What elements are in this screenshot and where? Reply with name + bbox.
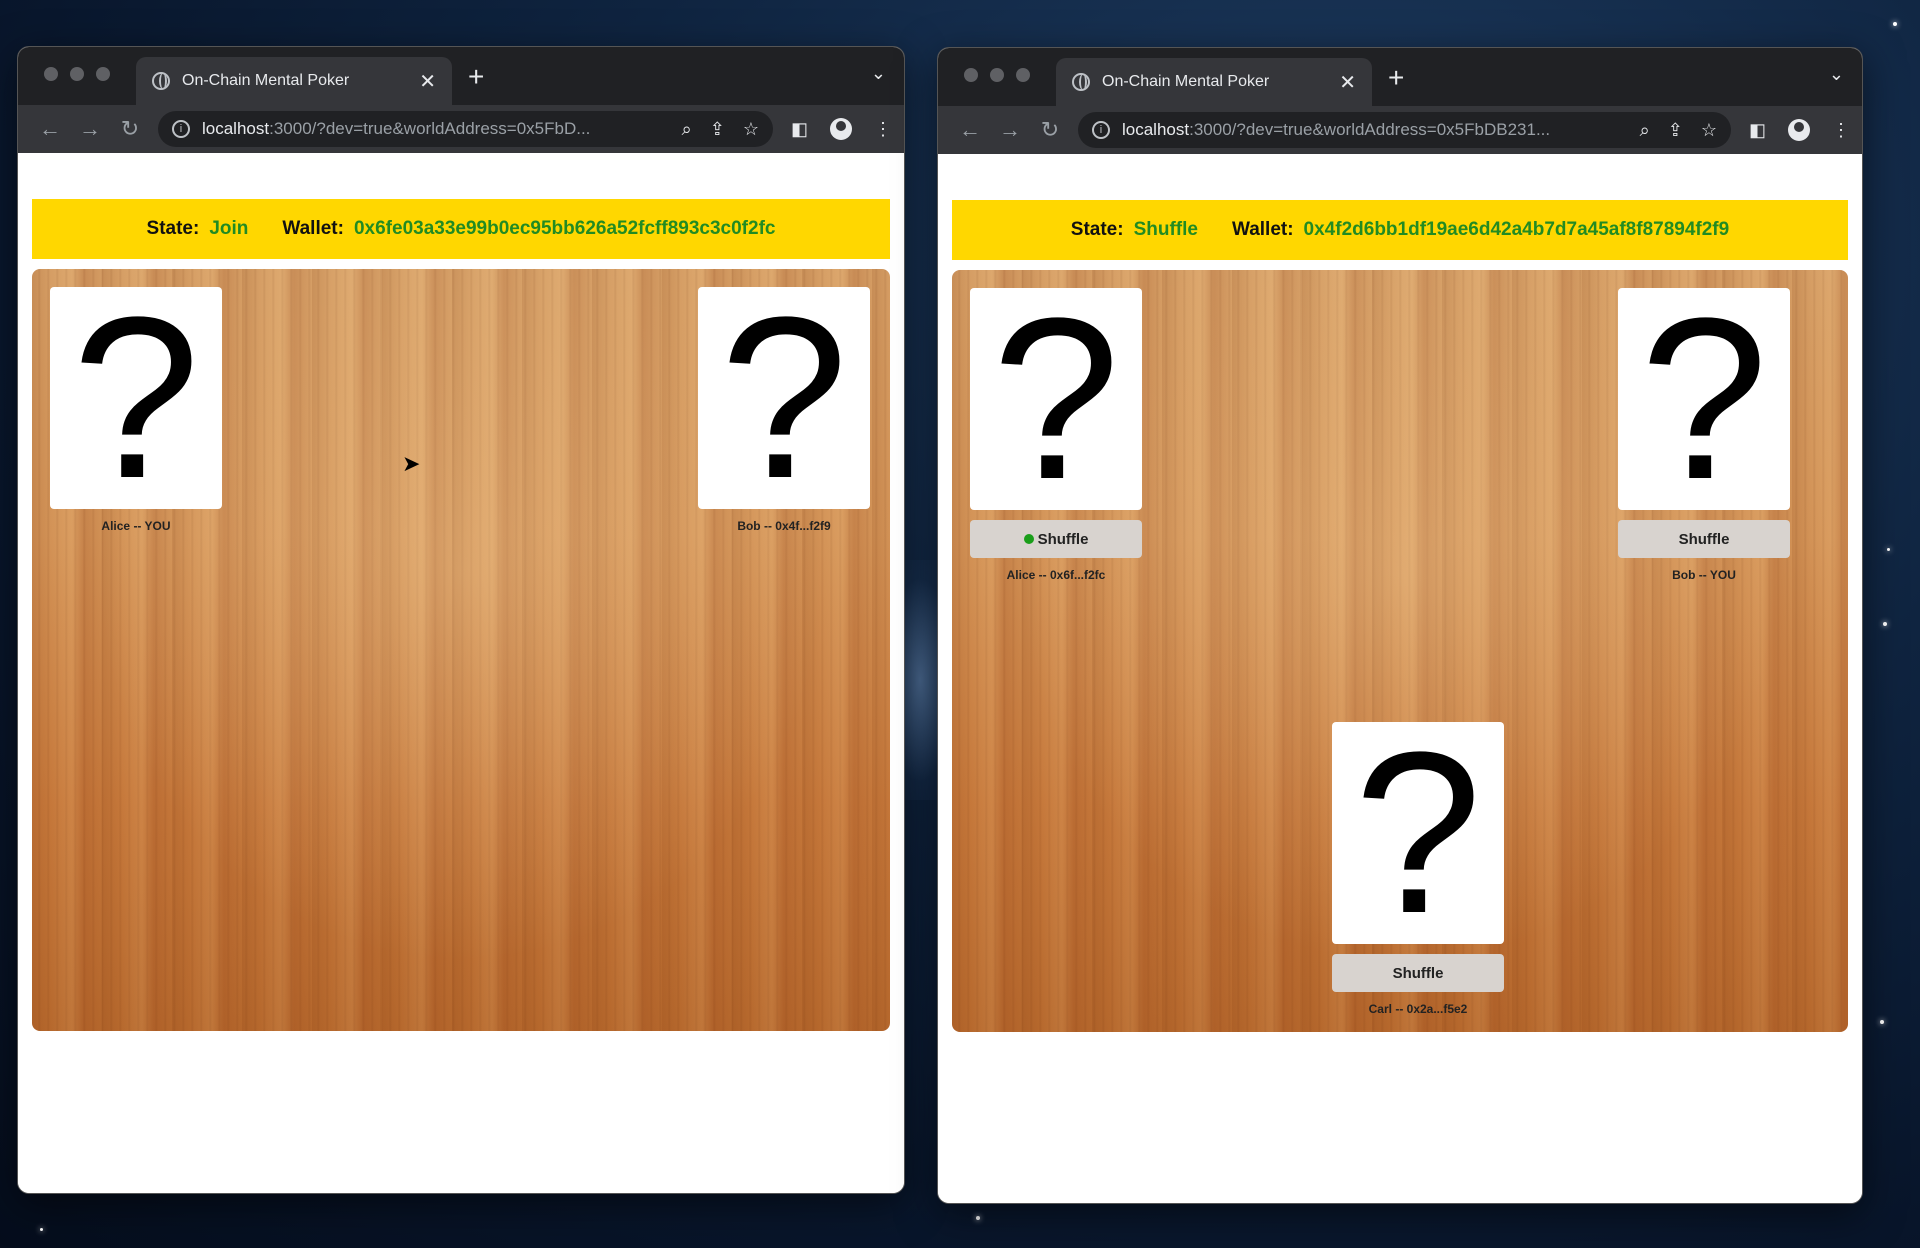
window-controls[interactable]: [964, 68, 1030, 82]
tab-active[interactable]: On-Chain Mental Poker ✕: [136, 57, 452, 105]
profile-icon[interactable]: [1788, 119, 1810, 141]
menu-icon[interactable]: ⋮: [1832, 120, 1850, 141]
url-path: :3000/?dev=true&worldAddress=0x5FbDB231.…: [1189, 120, 1551, 139]
card: ?: [1332, 718, 1504, 948]
browser-window-left: On-Chain Mental Poker ✕ + ⌄ ← → ↻ i loca…: [17, 46, 905, 1194]
close-tab-icon[interactable]: ✕: [1339, 70, 1356, 95]
mouse-cursor-icon: ➤: [402, 451, 421, 476]
status-bar: State: Join Wallet: 0x6fe03a33e99b0ec95bb6…: [32, 199, 890, 259]
globe-icon: [152, 72, 170, 90]
back-icon[interactable]: ←: [30, 116, 70, 142]
poker-table: ? Shuffle Alice -- 0x6f...f2fc ? Shuffle…: [952, 270, 1848, 1032]
shuffle-label: Shuffle: [1392, 964, 1444, 982]
wallet-label: Wallet:: [282, 218, 344, 239]
window-controls[interactable]: [44, 67, 110, 81]
wallet-label: Wallet:: [1231, 219, 1294, 240]
player-seat-alice: ? Shuffle Alice -- 0x6f...f2fc: [970, 284, 1142, 582]
toolbar: ← → ↻ i localhost:3000/?dev=true&worldAd…: [18, 105, 904, 153]
state-value: Join: [209, 218, 249, 239]
share-icon[interactable]: ⇪: [710, 119, 725, 140]
chevron-down-icon[interactable]: ⌄: [871, 63, 886, 84]
tab-title: On-Chain Mental Poker: [182, 72, 350, 89]
browser-window-right: On-Chain Mental Poker ✕ + ⌄ ← → ↻ i loca…: [937, 47, 1863, 1204]
zoom-icon[interactable]: ⌕: [1640, 120, 1650, 141]
zoom-icon[interactable]: ⌕: [682, 119, 692, 140]
reload-icon[interactable]: ↻: [110, 116, 150, 142]
player-name: Alice -- 0x6f...f2fc: [1006, 568, 1106, 582]
state-label: State:: [1070, 219, 1124, 240]
address-bar[interactable]: i localhost:3000/?dev=true&worldAddress=…: [158, 111, 773, 147]
star-icon[interactable]: ☆: [1701, 120, 1717, 141]
player-seat-carl: ? Shuffle Carl -- 0x2a...f5e2: [1332, 718, 1504, 1016]
url-host: localhost: [1122, 120, 1190, 139]
profile-icon[interactable]: [830, 118, 852, 140]
tab-active[interactable]: On-Chain Mental Poker ✕: [1056, 58, 1372, 106]
globe-icon: [1072, 73, 1090, 91]
tab-bar: On-Chain Mental Poker ✕ + ⌄: [938, 48, 1862, 106]
page-content: State: Join Wallet: 0x6fe03a33e99b0ec95bb6…: [18, 153, 904, 1193]
shuffle-label: Shuffle: [1037, 530, 1089, 548]
state-value: Shuffle: [1133, 219, 1198, 240]
card: ?: [698, 283, 870, 513]
player-seat-bob: ? Shuffle Bob -- YOU: [1618, 284, 1790, 582]
card: ?: [50, 283, 222, 513]
url-host: localhost: [202, 119, 270, 138]
wallet-value: 0x6fe03a33e99b0ec95bb626a52fcff893c3c0f2…: [353, 218, 776, 239]
reload-icon[interactable]: ↻: [1030, 117, 1070, 143]
address-bar[interactable]: i localhost:3000/?dev=true&worldAddress=…: [1078, 112, 1731, 148]
wallet-value: 0x4f2d6bb1df19ae6d42a4b7d7a45af8f87894f2…: [1303, 219, 1730, 240]
status-bar: State: Shuffle Wallet: 0x4f2d6bb1df19ae6d4…: [952, 200, 1848, 260]
side-panel-icon[interactable]: ◧: [791, 119, 808, 140]
menu-icon[interactable]: ⋮: [874, 119, 892, 140]
star-icon[interactable]: ☆: [743, 119, 759, 140]
new-tab-icon[interactable]: +: [468, 63, 484, 91]
info-icon[interactable]: i: [1092, 121, 1110, 139]
url-path: :3000/?dev=true&worldAddress=0x5FbD...: [269, 119, 591, 138]
chevron-down-icon[interactable]: ⌄: [1829, 64, 1844, 85]
player-seat-bob: ? Bob -- 0x4f...f2f9: [698, 283, 870, 533]
poker-table: ? Alice -- YOU ? Bob -- 0x4f...f2f9 ➤: [32, 269, 890, 1031]
state-label: State:: [146, 218, 200, 239]
player-name: Bob -- YOU: [1672, 568, 1736, 582]
card: ?: [970, 284, 1142, 514]
shuffle-label: Shuffle: [1678, 530, 1730, 548]
active-turn-dot: [1023, 534, 1034, 544]
toolbar: ← → ↻ i localhost:3000/?dev=true&worldAd…: [938, 106, 1862, 154]
page-content: State: Shuffle Wallet: 0x4f2d6bb1df19ae6d4…: [938, 154, 1862, 1203]
player-seat-alice: ? Alice -- YOU: [50, 283, 222, 533]
forward-icon[interactable]: →: [70, 116, 110, 142]
info-icon[interactable]: i: [172, 120, 190, 138]
side-panel-icon[interactable]: ◧: [1749, 120, 1766, 141]
tab-title: On-Chain Mental Poker: [1102, 73, 1270, 90]
new-tab-icon[interactable]: +: [1388, 64, 1404, 92]
forward-icon[interactable]: →: [990, 117, 1030, 143]
share-icon[interactable]: ⇪: [1668, 120, 1683, 141]
card: ?: [1618, 284, 1790, 514]
back-icon[interactable]: ←: [950, 117, 990, 143]
player-name: Carl -- 0x2a...f5e2: [1368, 1002, 1468, 1016]
close-tab-icon[interactable]: ✕: [419, 69, 436, 94]
tab-bar: On-Chain Mental Poker ✕ + ⌄: [18, 47, 904, 105]
